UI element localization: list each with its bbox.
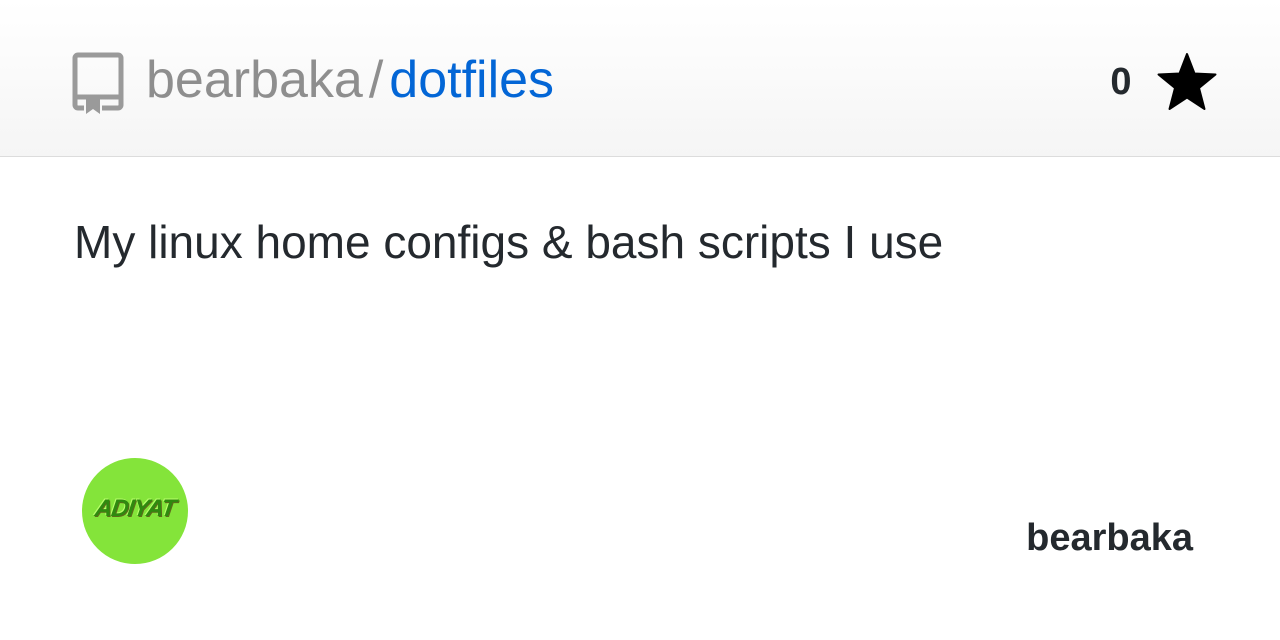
repo-description: My linux home configs & bash scripts I u… bbox=[74, 216, 944, 268]
star-icon[interactable] bbox=[1156, 52, 1218, 112]
avatar-logo-text: ADIYAT bbox=[93, 495, 177, 522]
repo-header: bearbaka / dotfiles 0 bbox=[0, 0, 1280, 157]
title-separator: / bbox=[368, 51, 384, 109]
repo-icon bbox=[72, 52, 124, 114]
star-count: 0 bbox=[1110, 61, 1132, 103]
repo-name-link[interactable]: dotfiles bbox=[389, 51, 554, 109]
repo-title: bearbaka / dotfiles bbox=[146, 50, 554, 110]
repo-owner[interactable]: bearbaka bbox=[146, 51, 363, 109]
author-name[interactable]: bearbaka bbox=[960, 514, 1193, 562]
avatar[interactable]: ADIYAT bbox=[82, 458, 188, 564]
